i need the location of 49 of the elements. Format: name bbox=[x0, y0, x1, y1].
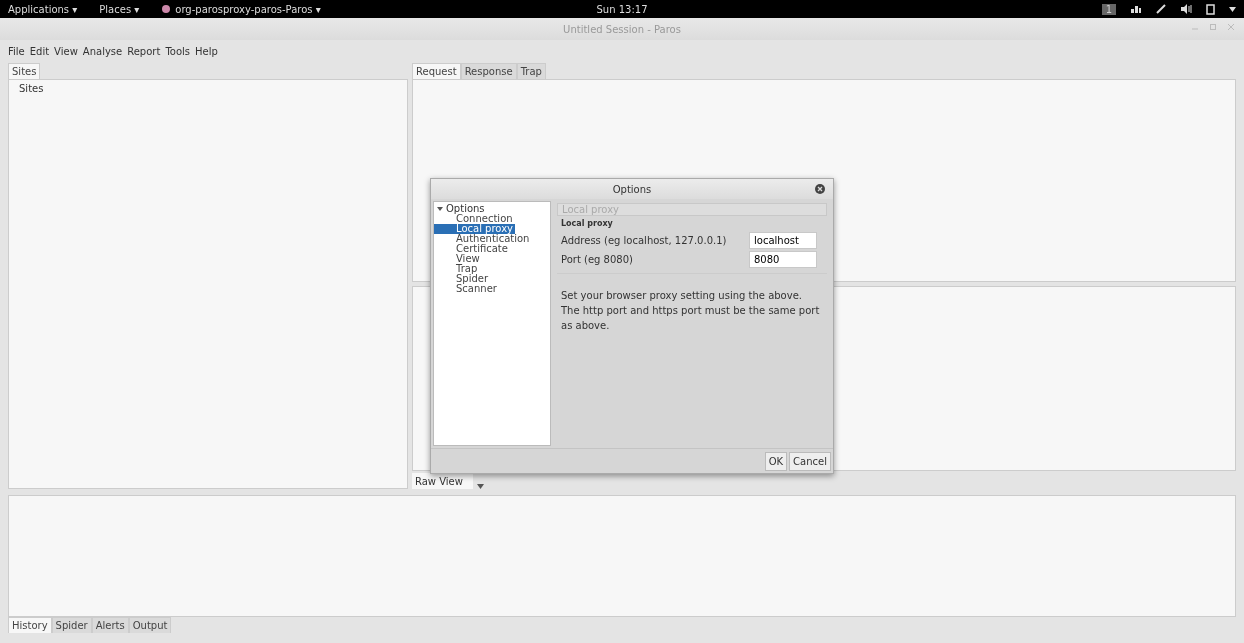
tab[interactable]: Response bbox=[460, 63, 517, 79]
tab[interactable]: Sites bbox=[8, 63, 41, 79]
app-icon bbox=[161, 4, 172, 14]
field-label: Port (eg 8080) bbox=[561, 254, 633, 265]
top-menu[interactable]: org-parosproxy-paros-Paros ▾ bbox=[161, 3, 321, 15]
help-text: Set your browser proxy setting using the above. The http port and https port must be the same port as above. bbox=[557, 273, 827, 333]
pen-icon[interactable] bbox=[1156, 4, 1166, 14]
ok-button[interactable]: OK bbox=[764, 451, 788, 471]
menu-item[interactable]: Report bbox=[127, 46, 161, 57]
top-menu[interactable]: Applications ▾ bbox=[8, 3, 78, 15]
window-title: Untitled Session - Paros bbox=[563, 23, 681, 35]
tab[interactable]: Spider bbox=[51, 617, 92, 633]
tree-item[interactable]: Local proxy bbox=[434, 224, 515, 234]
tab[interactable]: History bbox=[8, 617, 52, 633]
tree-item[interactable]: View bbox=[434, 254, 482, 264]
volume-icon[interactable] bbox=[1180, 4, 1192, 14]
clock: Sun 13:17 bbox=[596, 3, 648, 15]
tree-item[interactable]: Authentication bbox=[434, 234, 532, 244]
workspace-indicator[interactable]: 1 bbox=[1101, 3, 1116, 15]
dialog-title: Options bbox=[612, 183, 652, 195]
top-menu[interactable]: Places ▾ bbox=[99, 3, 140, 15]
view-dropdown[interactable]: Raw View bbox=[412, 473, 473, 489]
tree-item[interactable]: Scanner bbox=[434, 284, 499, 294]
expand-icon[interactable] bbox=[437, 206, 443, 212]
field-label: Address (eg localhost, 127.0.0.1) bbox=[561, 235, 727, 246]
caret-icon[interactable] bbox=[1229, 6, 1236, 12]
network-icon[interactable] bbox=[1130, 4, 1142, 14]
tree-item[interactable]: Sites bbox=[19, 83, 397, 94]
tree-item[interactable]: Options bbox=[446, 204, 485, 214]
group-title: Local proxy bbox=[560, 218, 614, 230]
cancel-button[interactable]: Cancel bbox=[789, 451, 831, 471]
close-icon[interactable] bbox=[815, 184, 825, 194]
input-field[interactable]: localhost bbox=[749, 232, 817, 249]
tree-item[interactable]: Connection bbox=[434, 214, 515, 224]
menu-item[interactable]: Analyse bbox=[82, 46, 123, 57]
battery-icon[interactable] bbox=[1206, 3, 1215, 15]
menu-item[interactable]: Edit bbox=[29, 46, 50, 57]
tab[interactable]: Request bbox=[412, 63, 461, 79]
menu-item[interactable]: View bbox=[54, 46, 78, 57]
tree-item[interactable]: Trap bbox=[434, 264, 480, 274]
menu-item[interactable]: Help bbox=[195, 46, 218, 57]
tab[interactable]: Output bbox=[128, 617, 172, 633]
menu-item[interactable]: File bbox=[8, 46, 25, 57]
tab[interactable]: Alerts bbox=[91, 617, 129, 633]
tree-item[interactable]: Spider bbox=[434, 274, 491, 284]
input-field[interactable]: 8080 bbox=[749, 251, 817, 268]
menu-item[interactable]: Tools bbox=[165, 46, 190, 57]
tree-item[interactable]: Certificate bbox=[434, 244, 510, 254]
tab[interactable]: Trap bbox=[516, 63, 546, 79]
